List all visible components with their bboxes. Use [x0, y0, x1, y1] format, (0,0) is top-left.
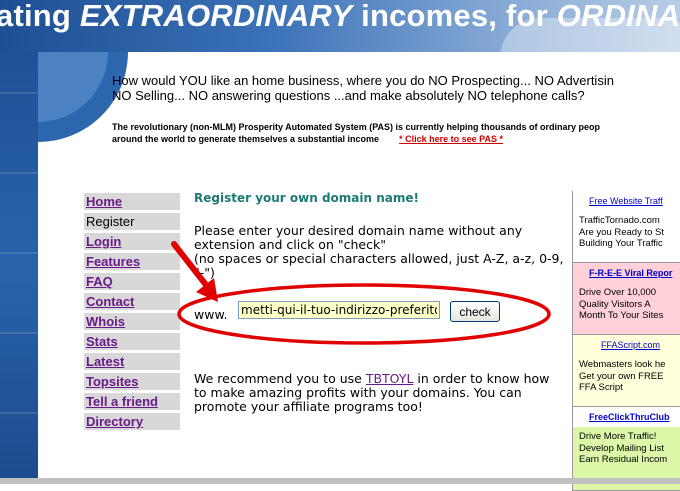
ad-line: Drive More Traffic!	[579, 431, 657, 442]
ads-sidebar: Free Website Traff TrafficTornado.com Ar…	[572, 191, 680, 491]
nav-item-tell-a-friend[interactable]: Tell a friend	[84, 393, 180, 410]
register-title: Register your own domain name!	[194, 191, 419, 205]
nav-item-whois[interactable]: Whois	[84, 313, 180, 330]
nav-item-directory[interactable]: Directory	[84, 413, 180, 430]
ad-line: Get your own FREE	[579, 370, 664, 382]
nav-item-latest[interactable]: Latest	[84, 353, 180, 370]
ad-line: Drive Over 10,000	[579, 287, 657, 298]
ad-title-link[interactable]: F-R-E-E Viral Repor	[573, 263, 680, 283]
ad-line: Develop Mailing List	[579, 442, 665, 454]
register-instructions: Please enter your desired domain name wi…	[194, 224, 564, 280]
ad-line: Quality Visitors A	[579, 298, 651, 310]
ad-line: Earn Residual Incom	[579, 454, 668, 465]
red-arrow-icon	[171, 241, 218, 302]
left-decor-bar	[0, 52, 38, 484]
ad-title-link[interactable]: FreeClickThruClub	[573, 407, 680, 427]
ad-line: Are you Ready to St	[579, 226, 665, 238]
instruction-text: Please enter your desired domain name wi…	[194, 223, 523, 252]
bottom-divider	[0, 478, 680, 484]
ad-line: Month To Your Sites	[579, 310, 664, 321]
ad-block: F-R-E-E Viral Repor Drive Over 10,000 Qu…	[573, 263, 680, 335]
tbtoyl-link[interactable]: TBTOYL	[366, 371, 414, 386]
nav-item-home[interactable]: Home	[84, 193, 180, 210]
nav-item-stats[interactable]: Stats	[84, 333, 180, 350]
intro-line-1: How would YOU like an home business, whe…	[112, 73, 614, 88]
ad-line: TrafficTornado.com	[579, 215, 660, 226]
ad-block: FFAScript.com Webmasters look he Get you…	[573, 335, 680, 407]
intro-line-2: NO Selling... NO answering questions ...…	[112, 88, 585, 103]
sidebar-nav: Home Register Login Features FAQ Contact…	[84, 193, 180, 433]
ad-line: Building Your Traffic	[579, 238, 663, 249]
ad-block: Free Website Traff TrafficTornado.com Ar…	[573, 191, 680, 263]
banner-headline: ating EXTRAORDINARY incomes, for ORDINAR…	[0, 0, 680, 33]
ad-line: Webmasters look he	[579, 359, 666, 370]
recommend-text: We recommend you to use TBTOYL in order …	[194, 371, 550, 414]
intro-text: How would YOU like an home business, whe…	[112, 73, 680, 103]
ad-title-link[interactable]: Free Website Traff	[573, 191, 680, 211]
pas-line-1: The revolutionary (non-MLM) Prosperity A…	[112, 122, 601, 132]
pas-link[interactable]: * Click here to see PAS *	[399, 134, 503, 144]
pas-line-2: around the world to generate themselves …	[112, 134, 380, 144]
pas-text: The revolutionary (non-MLM) Prosperity A…	[112, 121, 680, 145]
ad-title-link[interactable]: FFAScript.com	[573, 335, 680, 355]
instruction-hint: (no spaces or special characters allowed…	[194, 251, 564, 280]
highlight-ellipse	[177, 283, 551, 345]
nav-item-topsites[interactable]: Topsites	[84, 373, 180, 390]
nav-item-register: Register	[84, 213, 180, 230]
ad-line: FFA Script	[579, 382, 623, 393]
header-banner: ating EXTRAORDINARY incomes, for ORDINAR…	[0, 0, 680, 52]
